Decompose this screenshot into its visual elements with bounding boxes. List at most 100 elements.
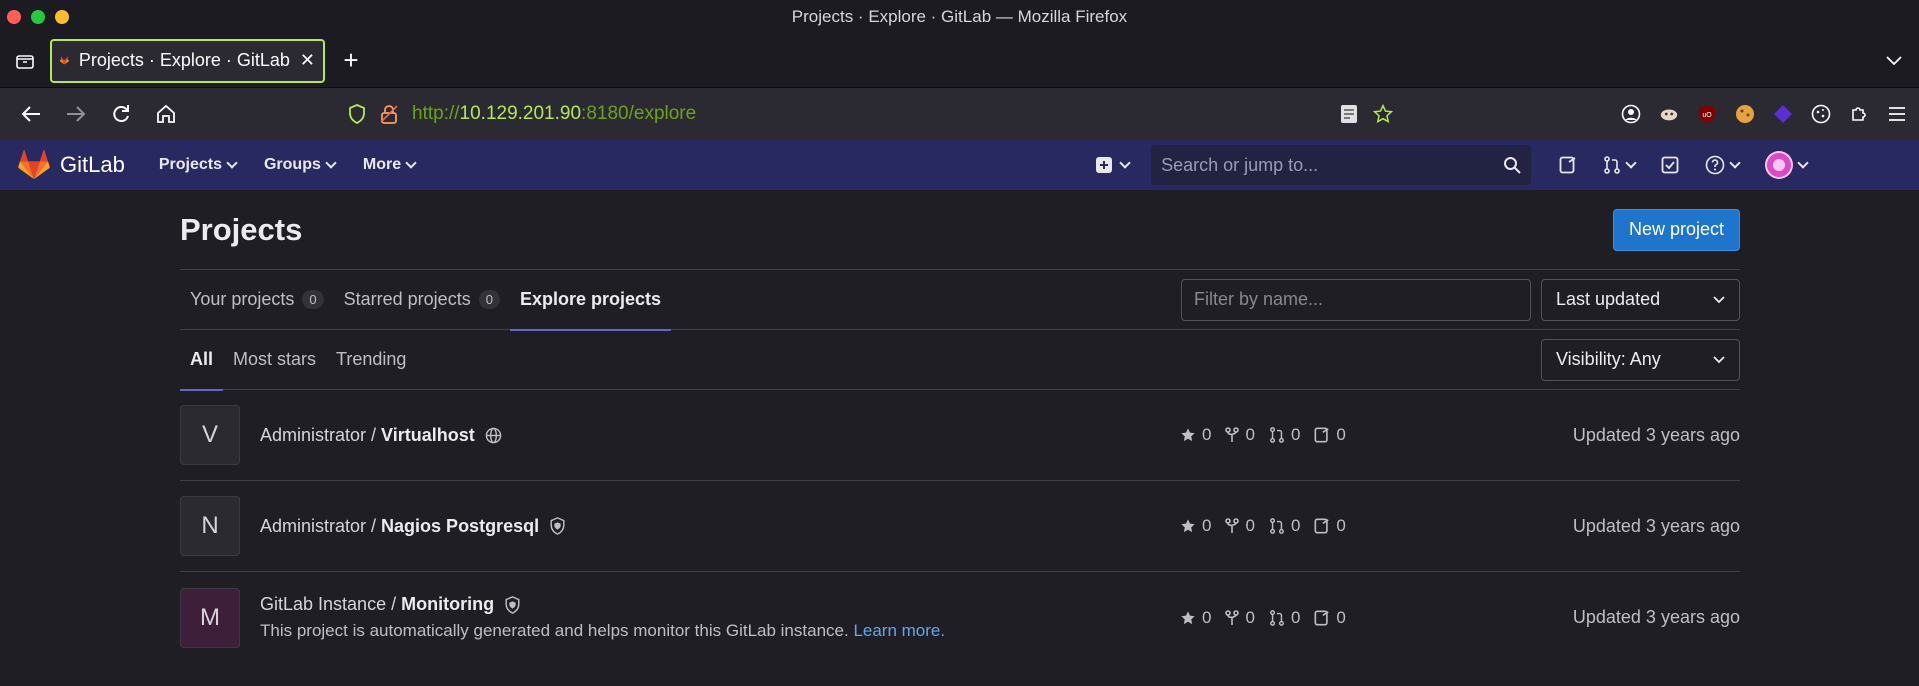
create-new-dropdown[interactable] (1095, 156, 1131, 174)
chevron-down-icon (1797, 157, 1809, 169)
search-input[interactable] (1161, 154, 1504, 176)
issues-icon (1314, 518, 1330, 534)
project-avatar[interactable]: N (180, 496, 240, 556)
shield-icon (550, 517, 565, 535)
close-window-button[interactable] (7, 10, 21, 24)
url-bar[interactable]: http://10.129.201.90:8180/explore (348, 94, 1393, 134)
tab-trending[interactable]: Trending (326, 330, 416, 390)
stars-count[interactable]: 0 (1180, 425, 1211, 445)
list-item: N Administrator / Nagios Postgresql 0 0 … (180, 481, 1740, 572)
extension-toolbar: uO (1621, 104, 1919, 124)
extensions-puzzle-icon[interactable] (1849, 104, 1869, 124)
window-titlebar: Projects · Explore · GitLab — Mozilla Fi… (0, 0, 1919, 34)
cookie-editor-icon[interactable] (1811, 104, 1831, 124)
list-item: V Administrator / Virtualhost 0 0 0 0 Up… (180, 390, 1740, 481)
list-item: M GitLab Instance / Monitoring This proj… (180, 572, 1740, 663)
star-icon (1181, 428, 1195, 442)
project-list: V Administrator / Virtualhost 0 0 0 0 Up… (180, 390, 1740, 663)
merge-requests-count[interactable]: 0 (1269, 425, 1300, 445)
forward-button[interactable] (53, 88, 98, 140)
page-header: Projects New project (180, 190, 1740, 270)
close-tab-icon[interactable]: ✕ (300, 50, 315, 71)
project-name-link[interactable]: Administrator / Virtualhost (260, 425, 1180, 446)
groups-menu[interactable]: Groups (264, 156, 337, 174)
forks-count[interactable]: 0 (1225, 425, 1255, 445)
tab-strip: Projects · Explore · GitLab ✕ + (0, 34, 1919, 88)
app-menu-icon[interactable] (1887, 104, 1907, 124)
project-avatar[interactable]: M (180, 587, 240, 648)
minimize-window-button[interactable] (55, 10, 69, 24)
project-info: Administrator / Nagios Postgresql (260, 516, 1180, 537)
back-button[interactable] (8, 88, 53, 140)
project-info: GitLab Instance / Monitoring This projec… (260, 594, 1180, 641)
stars-count[interactable]: 0 (1180, 516, 1211, 536)
learn-more-link[interactable]: Learn more. (853, 621, 945, 640)
gitlab-header: GitLab Projects Groups More (0, 140, 1919, 190)
reload-button[interactable] (98, 88, 143, 140)
account-icon[interactable] (1621, 104, 1641, 124)
browser-tab[interactable]: Projects · Explore · GitLab ✕ (50, 38, 325, 83)
new-tab-button[interactable]: + (325, 39, 377, 83)
extension-cookie-icon[interactable] (1735, 104, 1755, 124)
home-button[interactable] (143, 88, 188, 140)
extension-diamond-icon[interactable] (1773, 104, 1793, 124)
gitlab-header-actions (1559, 151, 1809, 179)
arrow-right-icon (66, 106, 85, 122)
forks-count[interactable]: 0 (1225, 516, 1255, 536)
stars-count[interactable]: 0 (1180, 608, 1211, 628)
star-icon (1181, 610, 1195, 624)
ublock-origin-icon[interactable]: uO (1697, 104, 1717, 124)
forks-count[interactable]: 0 (1225, 608, 1255, 628)
firefox-view-icon (16, 54, 34, 69)
tab-most-stars[interactable]: Most stars (223, 330, 326, 390)
gitlab-search[interactable] (1151, 145, 1532, 185)
help-icon (1705, 155, 1725, 175)
gitlab-home-link[interactable]: GitLab (18, 150, 125, 180)
project-name-link[interactable]: GitLab Instance / Monitoring (260, 594, 1180, 615)
tab-starred-projects[interactable]: Starred projects 0 (334, 270, 510, 330)
project-filter-tabs: All Most stars Trending Visibility: Any (180, 330, 1740, 391)
firefox-view-button[interactable] (0, 34, 50, 88)
count-badge: 0 (302, 290, 324, 309)
issues-icon (1314, 427, 1330, 443)
list-all-tabs-button[interactable] (1869, 55, 1919, 66)
tab-explore-projects[interactable]: Explore projects (509, 270, 672, 331)
gitlab-brand-text: GitLab (60, 152, 125, 177)
issues-count[interactable]: 0 (1314, 608, 1346, 628)
tab-your-projects[interactable]: Your projects 0 (180, 270, 334, 330)
todos-button[interactable] (1661, 156, 1679, 174)
merge-requests-count[interactable]: 0 (1269, 608, 1300, 628)
fork-icon (1225, 518, 1240, 533)
tab-all[interactable]: All (180, 330, 224, 391)
maximize-window-button[interactable] (31, 10, 45, 24)
main-content: Projects New project Your projects 0 Star… (0, 190, 1740, 663)
projects-menu[interactable]: Projects (159, 156, 238, 174)
globe-icon (485, 427, 502, 443)
url-text[interactable]: http://10.129.201.90:8180/explore (412, 103, 1325, 125)
bookmark-star-icon[interactable] (1373, 103, 1393, 124)
navigation-toolbar: http://10.129.201.90:8180/explore uO (0, 88, 1919, 140)
extension-cat-icon[interactable] (1659, 104, 1679, 124)
project-stats: 0 0 0 0 (1180, 608, 1430, 628)
project-info: Administrator / Virtualhost (260, 425, 1180, 446)
issues-count[interactable]: 0 (1314, 516, 1346, 536)
project-name-link[interactable]: Administrator / Nagios Postgresql (260, 516, 1180, 537)
sort-dropdown[interactable]: Last updated (1541, 278, 1740, 321)
project-scope-tabs: Your projects 0 Starred projects 0 Explore… (180, 270, 1740, 331)
more-menu[interactable]: More (363, 156, 417, 174)
plus-square-icon (1096, 157, 1113, 173)
merge-request-icon (1270, 609, 1284, 626)
chevron-down-icon (1625, 157, 1637, 169)
new-project-button[interactable]: New project (1612, 208, 1740, 251)
user-menu[interactable] (1765, 151, 1809, 179)
help-menu[interactable] (1705, 155, 1741, 175)
merge-requests-button[interactable] (1603, 156, 1637, 174)
reader-mode-icon[interactable] (1339, 104, 1359, 124)
merge-requests-count[interactable]: 0 (1269, 516, 1300, 536)
merge-request-icon (1604, 156, 1620, 174)
project-avatar[interactable]: V (180, 405, 240, 465)
visibility-dropdown[interactable]: Visibility: Any (1541, 338, 1740, 381)
issues-button[interactable] (1559, 156, 1577, 174)
issues-count[interactable]: 0 (1314, 425, 1346, 445)
filter-by-name-input[interactable] (1181, 278, 1531, 321)
